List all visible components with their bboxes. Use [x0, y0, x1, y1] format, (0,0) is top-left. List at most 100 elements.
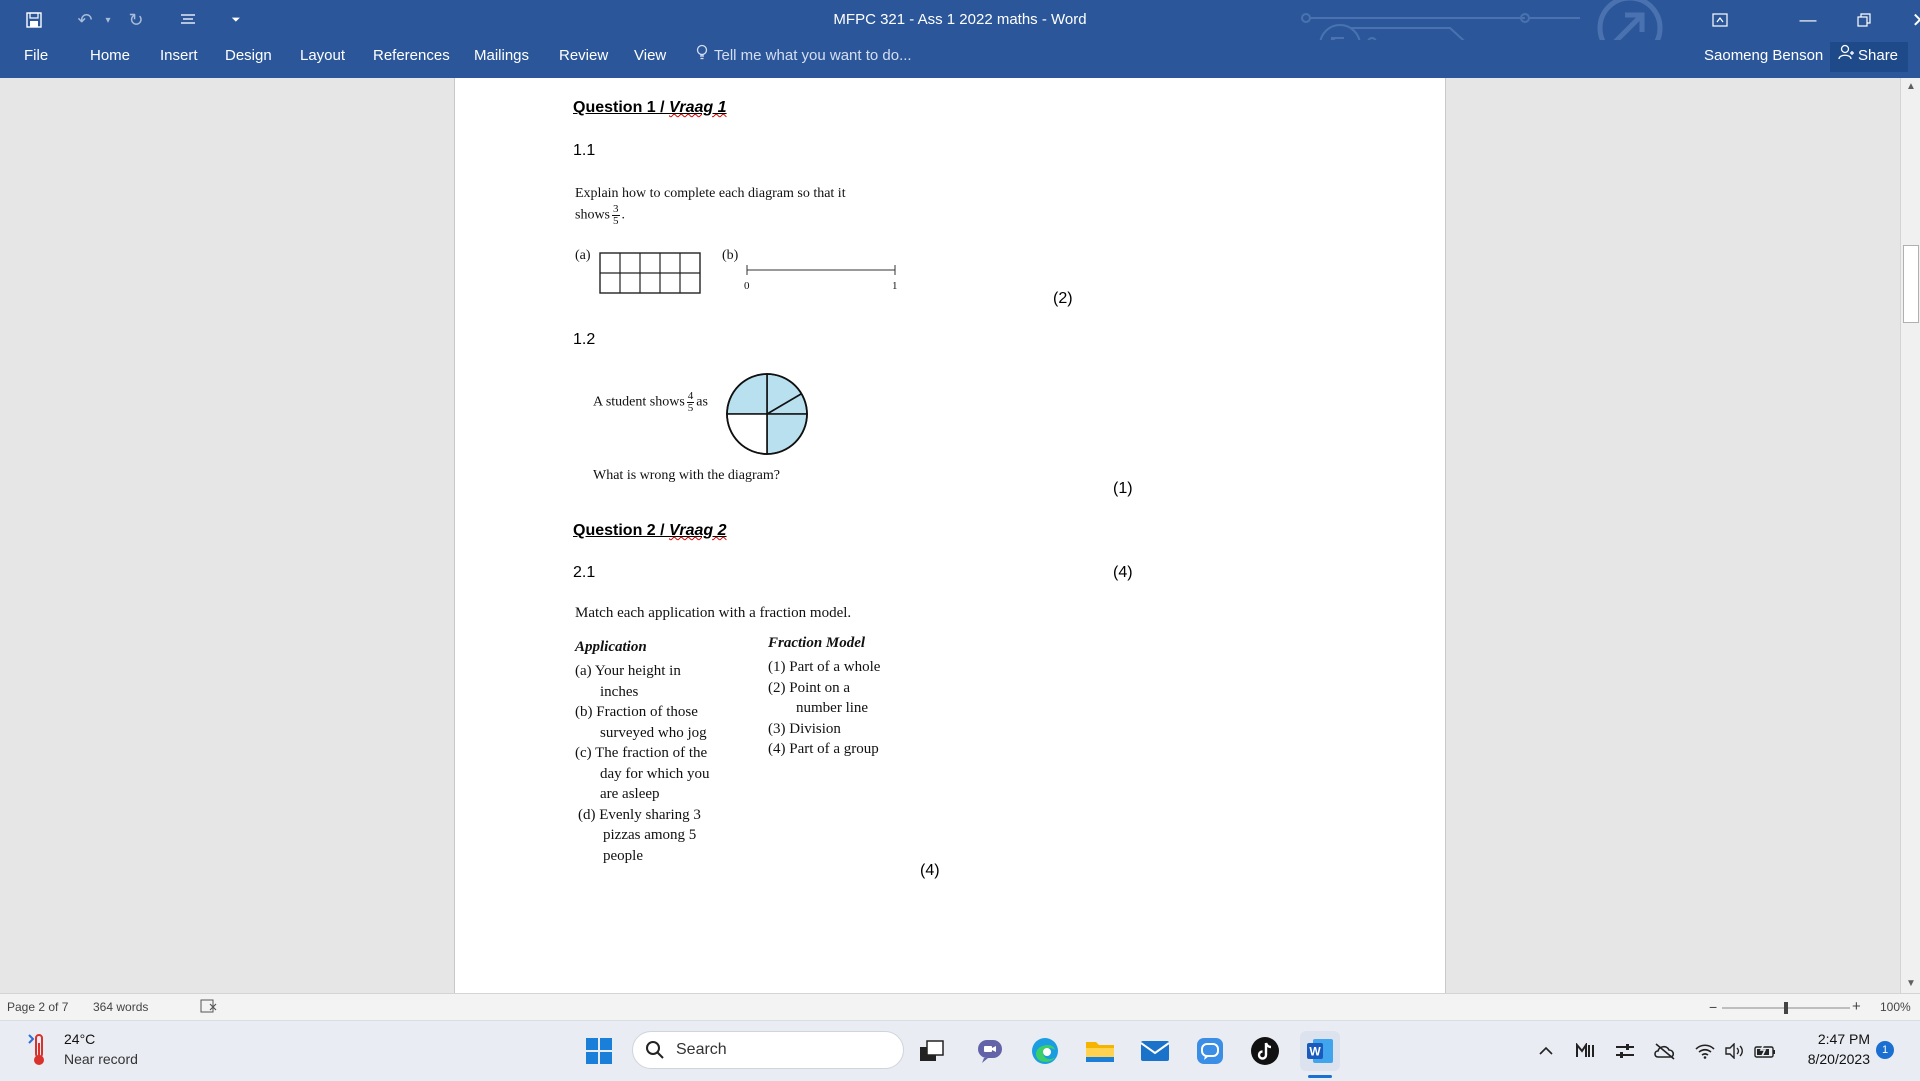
list-item: (2) Point on a: [768, 679, 851, 696]
teams-chat-icon[interactable]: [970, 1031, 1010, 1071]
list-item: pizzas among 5: [603, 827, 697, 843]
zoom-slider[interactable]: [1722, 1000, 1850, 1016]
weather-temp[interactable]: 24°C: [64, 1031, 95, 1047]
file-explorer-icon[interactable]: [1080, 1031, 1120, 1071]
q2-1-marks: (4): [1113, 564, 1133, 581]
touch-mode-icon[interactable]: [168, 0, 208, 40]
save-icon[interactable]: [14, 0, 54, 40]
title-bar: ↶ ▾ ↻ ⏷ MFPC 321 - Ass 1 2022 maths - Wo…: [0, 0, 1920, 66]
windows-start-icon[interactable]: [579, 1031, 619, 1071]
undo-dropdown-icon[interactable]: ▾: [100, 0, 116, 40]
list-item: (d) Evenly sharing 3: [578, 806, 701, 823]
weather-desc[interactable]: Near record: [64, 1051, 138, 1067]
active-app-indicator: [1308, 1075, 1332, 1078]
customize-qat-icon[interactable]: ⏷: [224, 0, 248, 40]
task-view-icon[interactable]: [912, 1031, 952, 1071]
list-item: (1) Part of a whole: [768, 659, 881, 675]
tab-review[interactable]: Review: [559, 40, 608, 78]
question-1-1-number: 1.1: [573, 142, 596, 159]
fraction-model-list: (1) Part of a whole (2) Point on a numbe…: [768, 657, 880, 760]
ribbon-tab-bar: [0, 40, 1920, 78]
undo-icon[interactable]: ↶: [70, 0, 100, 40]
document-page[interactable]: Question 1 / Vraag 1 1.1 Explain how to …: [454, 78, 1446, 993]
minimize-icon[interactable]: —: [1780, 0, 1836, 40]
q1-1-text-line1: Explain how to complete each diagram so …: [575, 186, 846, 201]
edge-browser-icon[interactable]: [1025, 1031, 1065, 1071]
battery-icon[interactable]: [1746, 1031, 1786, 1071]
question-1-2-number: 1.2: [573, 331, 596, 348]
q2-1-intro: Match each application with a fraction m…: [575, 605, 852, 621]
tell-me-box[interactable]: Tell me what you want to do...: [696, 40, 912, 78]
tab-design[interactable]: Design: [225, 40, 272, 78]
share-label: Share: [1858, 47, 1899, 64]
status-bar: Page 2 of 7 364 words − + 100%: [0, 993, 1920, 1021]
tab-references[interactable]: References: [373, 40, 450, 78]
word-count[interactable]: 364 words: [93, 994, 148, 1020]
chevron-up-icon[interactable]: [1526, 1031, 1566, 1071]
tab-file[interactable]: File: [24, 40, 48, 78]
zoom-out-button[interactable]: −: [1709, 994, 1717, 1020]
window-controls: — ✕: [1692, 0, 1920, 40]
tab-mailings[interactable]: Mailings: [474, 40, 529, 78]
zoom-in-button[interactable]: +: [1852, 994, 1861, 1020]
tiktok-icon[interactable]: [1245, 1031, 1285, 1071]
scroll-down-icon[interactable]: ▼: [1901, 975, 1920, 993]
list-item: (b) Fraction of those: [575, 704, 698, 720]
search-placeholder: Search: [676, 1041, 727, 1058]
list-item: (a) Your height in: [575, 663, 681, 679]
fraction-model-header: Fraction Model: [768, 635, 866, 651]
quick-access-toolbar: ↶ ▾ ↻ ⏷: [14, 0, 248, 40]
q2-1-marks-bottom: (4): [920, 862, 940, 879]
close-icon[interactable]: ✕: [1892, 0, 1920, 40]
q1-2-marks: (1): [1113, 480, 1133, 497]
q1-2-question: What is wrong with the diagram?: [593, 468, 781, 483]
tab-view[interactable]: View: [634, 40, 666, 78]
grid-diagram: [599, 252, 701, 294]
messenger-icon[interactable]: [1190, 1031, 1230, 1071]
onedrive-off-icon[interactable]: [1645, 1031, 1685, 1071]
q1-1-marks: (2): [1053, 290, 1073, 307]
vertical-scrollbar[interactable]: ▲ ▼: [1900, 78, 1920, 993]
word-app-icon[interactable]: W: [1300, 1031, 1340, 1071]
pie-diagram: [726, 373, 808, 455]
scroll-thumb[interactable]: [1903, 245, 1919, 323]
mail-icon[interactable]: [1135, 1031, 1175, 1071]
page-count[interactable]: Page 2 of 7: [7, 994, 68, 1020]
notification-badge[interactable]: 1: [1876, 1041, 1894, 1059]
restore-icon[interactable]: [1836, 0, 1892, 40]
application-list: (a) Your height in inches (b) Fraction o…: [575, 661, 710, 866]
zoom-level[interactable]: 100%: [1880, 994, 1911, 1020]
question-2-heading: Question 2 / Vraag 2: [573, 522, 727, 539]
q1-2-text: A student shows 4 5 as: [593, 390, 708, 414]
scroll-up-icon[interactable]: ▲: [1901, 78, 1920, 96]
list-item: (3) Division: [768, 720, 841, 737]
taskbar: 24°C Near record Search W 2:47 PM 8/20/2…: [0, 1020, 1920, 1081]
proofing-icon[interactable]: [200, 999, 218, 1016]
weather-icon[interactable]: [26, 1033, 52, 1072]
user-name[interactable]: Saomeng Benson: [1704, 40, 1823, 78]
label-b: (b): [722, 248, 739, 263]
person-icon: [1838, 42, 1854, 70]
fraction-three-fifths: 35: [612, 203, 620, 227]
window-title: MFPC 321 - Ass 1 2022 maths - Word: [833, 11, 1087, 28]
redo-icon[interactable]: ↻: [116, 0, 156, 40]
list-item: inches: [600, 683, 639, 700]
list-item: (c) The fraction of the: [575, 745, 708, 761]
list-item: are asleep: [600, 786, 660, 802]
tab-insert[interactable]: Insert: [160, 40, 198, 78]
number-line-end: 1: [892, 280, 898, 292]
transfer-icon[interactable]: [1605, 1031, 1645, 1071]
lightbulb-icon: [696, 40, 708, 72]
clock-date[interactable]: 8/20/2023: [1808, 1051, 1870, 1067]
fraction-four-fifths: 45: [686, 390, 695, 414]
search-icon: [645, 1040, 665, 1065]
clock-time[interactable]: 2:47 PM: [1818, 1031, 1870, 1047]
ribbon-display-options-icon[interactable]: [1692, 0, 1748, 40]
number-line-start: 0: [744, 280, 750, 292]
tab-layout[interactable]: Layout: [300, 40, 345, 78]
document-area: Question 1 / Vraag 1 1.1 Explain how to …: [0, 78, 1900, 993]
taskbar-search-input[interactable]: Search: [632, 1031, 904, 1069]
tab-home[interactable]: Home: [90, 40, 130, 78]
share-button[interactable]: Share: [1830, 42, 1909, 72]
mail-app-tray-icon[interactable]: [1566, 1031, 1606, 1071]
